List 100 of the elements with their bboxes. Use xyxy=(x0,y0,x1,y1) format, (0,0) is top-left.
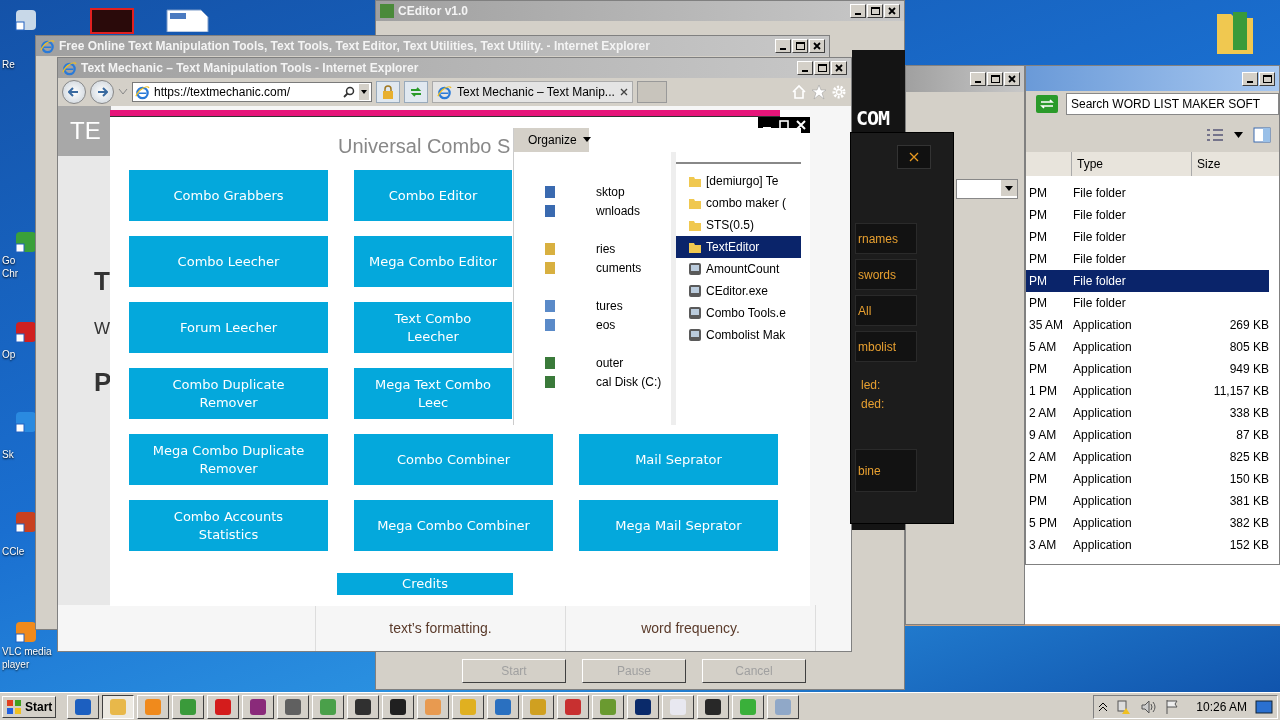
show-desktop-icon[interactable] xyxy=(1255,698,1273,715)
file-row[interactable]: 9 AM Application 87 KB xyxy=(1026,424,1269,446)
dropdown-field[interactable] xyxy=(956,179,1018,199)
file-row[interactable]: PM File folder xyxy=(1026,226,1269,248)
navigation-item[interactable]: tures xyxy=(514,296,671,315)
back-button[interactable] xyxy=(62,80,86,104)
browser-tab[interactable]: Text Mechanic – Text Manip... xyxy=(432,81,633,103)
minimize-button[interactable] xyxy=(1242,71,1258,86)
file-row[interactable]: PM File folder xyxy=(1026,248,1269,270)
file-row[interactable]: 2 AM Application 338 KB xyxy=(1026,402,1269,424)
desktop-icon-label[interactable]: Sk xyxy=(2,448,32,461)
program-icon xyxy=(774,697,793,716)
flag-icon[interactable] xyxy=(1164,698,1181,715)
shortcut-icon[interactable] xyxy=(14,230,38,254)
combine-button[interactable]: bine xyxy=(855,449,917,492)
navigation-item[interactable]: cuments xyxy=(514,258,671,277)
file-item[interactable]: Combo Tools.e xyxy=(676,302,801,324)
navigation-item[interactable]: eos xyxy=(514,315,671,334)
file-row[interactable]: PM Application 150 KB xyxy=(1026,468,1269,490)
maximize-button[interactable] xyxy=(867,4,883,18)
close-icon xyxy=(1008,75,1016,83)
file-item[interactable]: STS(0.5) xyxy=(676,214,801,236)
maximize-button[interactable] xyxy=(792,39,808,53)
navigation-item[interactable]: sktop xyxy=(514,182,671,201)
maximize-button[interactable] xyxy=(1259,71,1275,86)
file-item[interactable]: TextEditor xyxy=(676,236,801,258)
maximize-button[interactable] xyxy=(814,61,830,75)
navigation-item[interactable]: outer xyxy=(514,353,671,372)
star-icon[interactable] xyxy=(811,84,827,100)
tool-button[interactable]: All xyxy=(855,295,917,326)
desktop-icon-label[interactable]: Op xyxy=(2,348,32,361)
preview-pane-icon[interactable] xyxy=(1253,126,1271,143)
document-icon[interactable] xyxy=(165,8,210,32)
tool-button[interactable]: swords xyxy=(855,259,917,290)
caret-icon[interactable] xyxy=(1234,131,1243,138)
file-row[interactable]: PM File folder xyxy=(1026,270,1269,292)
maximize-button[interactable] xyxy=(987,72,1003,86)
maximize-icon xyxy=(817,64,827,72)
file-item[interactable]: combo maker ( xyxy=(676,192,801,214)
chevron-up-icon[interactable] xyxy=(1098,701,1109,712)
file-row[interactable]: PM Application 949 KB xyxy=(1026,358,1269,380)
start-button[interactable]: Start xyxy=(2,695,57,718)
file-row[interactable]: 3 AM Application 152 KB xyxy=(1026,534,1269,556)
minimize-button[interactable] xyxy=(850,4,866,18)
clock[interactable]: 10:26 AM xyxy=(1196,699,1247,714)
program-icon xyxy=(688,328,702,342)
file-row[interactable]: PM Application 381 KB xyxy=(1026,490,1269,512)
search-field[interactable]: Search WORD LIST MAKER SOFT xyxy=(1066,93,1279,115)
maximize-icon xyxy=(870,7,880,15)
minimize-button[interactable] xyxy=(775,39,791,53)
organize-menu[interactable]: Organize xyxy=(514,128,589,152)
window-title: Free Online Text Manipulation Tools, Text Tools, Text Editor, Text Utilities, Text Utility. - Internet Explorer xyxy=(59,39,651,53)
tool-button[interactable]: mbolist xyxy=(855,331,917,362)
column-header[interactable]: Size xyxy=(1191,152,1269,176)
close-icon[interactable] xyxy=(619,88,628,96)
shortcut-icon[interactable] xyxy=(14,320,38,344)
file-row[interactable]: PM File folder xyxy=(1026,204,1269,226)
program-icon xyxy=(494,697,513,716)
dropdown-icon[interactable] xyxy=(359,84,369,100)
address-field[interactable]: https://textmechanic.com/ xyxy=(132,82,372,102)
column-header[interactable]: Type xyxy=(1071,152,1191,176)
program-icon xyxy=(688,306,702,320)
file-row[interactable]: PM File folder xyxy=(1026,292,1269,314)
maximize-icon xyxy=(795,42,805,50)
view-list-icon[interactable] xyxy=(1206,127,1224,142)
desktop-icon-label[interactable]: CCle xyxy=(2,545,32,558)
file-row[interactable]: 5 PM Application 382 KB xyxy=(1026,512,1269,534)
program-icon xyxy=(284,697,303,716)
shortcut-icon[interactable] xyxy=(14,8,38,32)
refresh-icon[interactable] xyxy=(1036,95,1058,113)
navigation-item[interactable]: ries xyxy=(514,239,671,258)
refresh-button[interactable] xyxy=(404,81,428,103)
minimize-button[interactable] xyxy=(797,61,813,75)
tool-button[interactable]: rnames xyxy=(855,223,917,254)
minimize-button[interactable] xyxy=(970,72,986,86)
file-row[interactable]: 5 AM Application 805 KB xyxy=(1026,336,1269,358)
file-item[interactable]: AmountCount xyxy=(676,258,801,280)
search-icon xyxy=(343,86,355,98)
shortcut-icon[interactable] xyxy=(14,410,38,434)
forward-button[interactable] xyxy=(90,80,114,104)
taskbar-program-button[interactable] xyxy=(102,694,135,719)
desktop-icon-label[interactable]: Go Chr xyxy=(2,254,32,280)
navigation-item[interactable]: cal Disk (C:) xyxy=(514,372,671,391)
file-item[interactable]: Combolist Mak xyxy=(676,324,801,346)
file-row[interactable]: 1 PM Application 11,157 KB xyxy=(1026,380,1269,402)
file-row[interactable]: 35 AM Application 269 KB xyxy=(1026,314,1269,336)
shortcut-icon[interactable] xyxy=(90,8,134,34)
maximize-icon[interactable] xyxy=(779,120,789,130)
shortcut-icon[interactable] xyxy=(14,510,38,534)
file-item[interactable]: [demiurgo] Te xyxy=(676,170,801,192)
desktop-icon-label[interactable]: Re xyxy=(2,58,32,71)
desktop-icon-label[interactable]: VLC media player xyxy=(2,645,56,671)
speaker-icon[interactable] xyxy=(1140,698,1157,715)
file-item[interactable]: CEditor.exe xyxy=(676,280,801,302)
page-heading: T xyxy=(93,266,111,297)
shortcut-icon[interactable] xyxy=(14,620,38,644)
file-row[interactable]: PM File folder xyxy=(1026,182,1269,204)
refresh-icon xyxy=(409,86,423,98)
navigation-item[interactable]: wnloads xyxy=(514,201,671,220)
file-row[interactable]: 2 AM Application 825 KB xyxy=(1026,446,1269,468)
